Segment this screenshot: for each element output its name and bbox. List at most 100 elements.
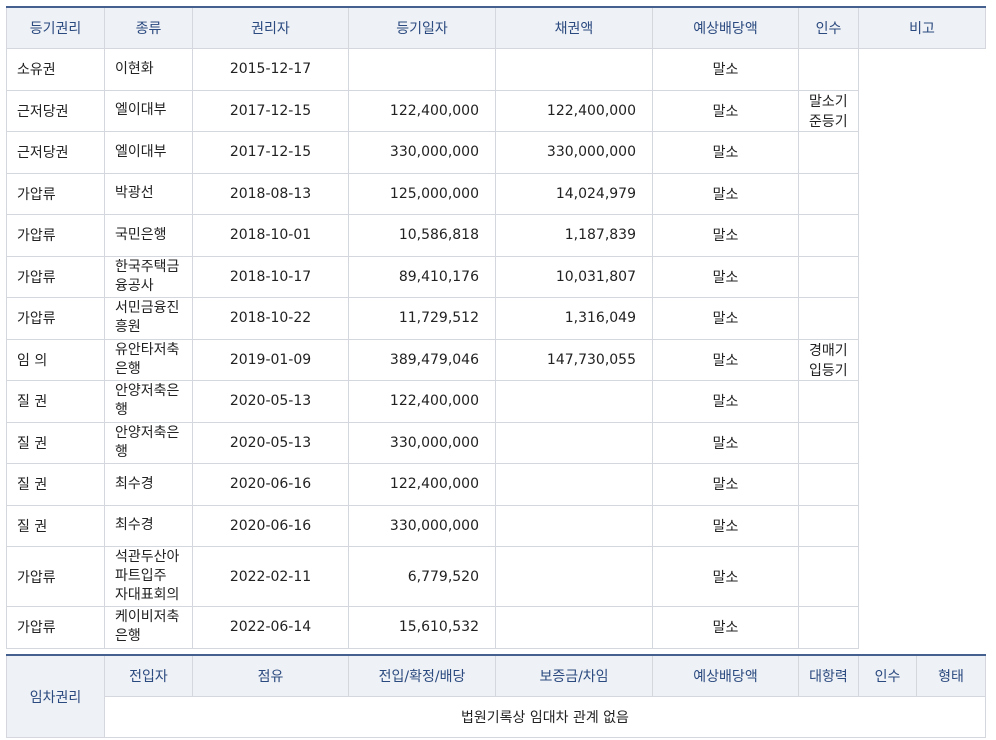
takeover-status: 말소 xyxy=(652,504,799,547)
takeover-status: 말소 xyxy=(652,214,799,257)
registration-date: 2018-10-17 xyxy=(192,255,349,298)
registration-date: 2018-10-22 xyxy=(192,297,349,340)
rights-type: 소유권 xyxy=(6,48,105,91)
takeover-status: 말소 xyxy=(652,255,799,298)
note xyxy=(798,504,859,547)
registration-date: 2017-12-15 xyxy=(192,131,349,174)
takeover-status: 말소 xyxy=(652,380,799,423)
rights-type: 가압류 xyxy=(6,214,105,257)
rights-type: 가압류 xyxy=(6,172,105,215)
registration-date: 2018-08-13 xyxy=(192,172,349,215)
expected-dividend: 1,187,839 xyxy=(495,214,653,257)
expected-dividend: 147,730,055 xyxy=(495,338,653,381)
takeover-status: 말소 xyxy=(652,546,799,607)
claim-amount: 89,410,176 xyxy=(348,255,496,298)
col-header-type: 종류 xyxy=(104,6,193,49)
col-header-holder: 권리자 xyxy=(192,6,349,49)
note xyxy=(798,421,859,464)
expected-dividend xyxy=(495,48,653,91)
expected-dividend: 122,400,000 xyxy=(495,89,653,132)
table-row: 가압류 박광선 2018-08-13 125,000,000 14,024,979 말소 xyxy=(6,172,986,215)
registration-date: 2020-05-13 xyxy=(192,380,349,423)
section-label-tenancy: 임차권리 xyxy=(6,654,105,738)
note: 말소기준등기 xyxy=(798,89,859,132)
rights-holder: 석관두산아파트입주 자대표회의 xyxy=(104,546,193,607)
rights-holder: 엘이대부 xyxy=(104,89,193,132)
claim-amount: 15,610,532 xyxy=(348,606,496,649)
registration-date: 2022-02-11 xyxy=(192,546,349,607)
takeover-status: 말소 xyxy=(652,606,799,649)
table-row: 가압류 국민은행 2018-10-01 10,586,818 1,187,839 말소 xyxy=(6,214,986,257)
note xyxy=(798,606,859,649)
registration-date: 2020-06-16 xyxy=(192,504,349,547)
note xyxy=(798,297,859,340)
note: 경매기입등기 xyxy=(798,338,859,381)
rights-type: 가압류 xyxy=(6,255,105,298)
col-header-date: 등기일자 xyxy=(348,6,496,49)
takeover-status: 말소 xyxy=(652,421,799,464)
rights-holder: 안양저축은행 xyxy=(104,380,193,423)
rights-type: 질 권 xyxy=(6,380,105,423)
claim-amount: 122,400,000 xyxy=(348,380,496,423)
rights-holder: 케이비저축은행 xyxy=(104,606,193,649)
col-header-note: 비고 xyxy=(858,6,986,49)
col-header-tenancy-takeover: 인수 xyxy=(858,654,917,697)
col-header-possession: 점유 xyxy=(192,654,349,697)
expected-dividend: 10,031,807 xyxy=(495,255,653,298)
rights-type: 근저당권 xyxy=(6,131,105,174)
table-row: 가압류 서민금융진흥원 2018-10-22 11,729,512 1,316,049 말… xyxy=(6,297,986,340)
rights-holder: 안양저축은행 xyxy=(104,421,193,464)
rights-holder: 최수경 xyxy=(104,504,193,547)
rights-type: 질 권 xyxy=(6,421,105,464)
table-row: 근저당권 엘이대부 2017-12-15 122,400,000 122,400,000… xyxy=(6,89,986,132)
note xyxy=(798,48,859,91)
expected-dividend: 330,000,000 xyxy=(495,131,653,174)
rights-holder: 이현화 xyxy=(104,48,193,91)
expected-dividend xyxy=(495,546,653,607)
note xyxy=(798,546,859,607)
rights-holder: 서민금융진흥원 xyxy=(104,297,193,340)
claim-amount: 125,000,000 xyxy=(348,172,496,215)
expected-dividend xyxy=(495,421,653,464)
registration-date: 2018-10-01 xyxy=(192,214,349,257)
table-row: 질 권 안양저축은행 2020-05-13 330,000,000 말소 xyxy=(6,421,986,464)
expected-dividend: 14,024,979 xyxy=(495,172,653,215)
rights-type: 가압류 xyxy=(6,546,105,607)
registration-date: 2019-01-09 xyxy=(192,338,349,381)
rights-holder: 유안타저축은행 xyxy=(104,338,193,381)
registered-rights-table: 등기권리 종류 권리자 등기일자 채권액 예상배당액 인수 비고 소유권 이현화 2… xyxy=(6,6,986,649)
takeover-status: 말소 xyxy=(652,463,799,506)
rights-type: 질 권 xyxy=(6,463,105,506)
rights-type: 근저당권 xyxy=(6,89,105,132)
col-header-form: 형태 xyxy=(916,654,986,697)
note xyxy=(798,380,859,423)
note xyxy=(798,131,859,174)
rights-type: 가압류 xyxy=(6,606,105,649)
expected-dividend xyxy=(495,380,653,423)
expected-dividend xyxy=(495,606,653,649)
tenancy-empty-message: 법원기록상 임대차 관계 없음 xyxy=(104,696,986,738)
rights-type: 질 권 xyxy=(6,504,105,547)
claim-amount: 10,586,818 xyxy=(348,214,496,257)
col-header-deposit-rent: 보증금/차임 xyxy=(495,654,653,697)
takeover-status: 말소 xyxy=(652,89,799,132)
table-row: 가압류 석관두산아파트입주 자대표회의 2022-02-11 6,779,520 말소 xyxy=(6,546,986,607)
registration-date: 2020-06-16 xyxy=(192,463,349,506)
col-header-takeover: 인수 xyxy=(798,6,859,49)
rights-type: 임 의 xyxy=(6,338,105,381)
rights-holder: 엘이대부 xyxy=(104,131,193,174)
registration-date: 2017-12-15 xyxy=(192,89,349,132)
col-header-move-in-dates: 전입/확정/배당 xyxy=(348,654,496,697)
note xyxy=(798,255,859,298)
col-header-dividend: 예상배당액 xyxy=(652,6,799,49)
registration-date: 2020-05-13 xyxy=(192,421,349,464)
section-label-registered: 등기권리 xyxy=(6,6,105,49)
rights-holder: 한국주택금융공사 xyxy=(104,255,193,298)
note xyxy=(798,214,859,257)
table-row: 가압류 케이비저축은행 2022-06-14 15,610,532 말소 xyxy=(6,606,986,649)
claim-amount: 330,000,000 xyxy=(348,421,496,464)
note xyxy=(798,172,859,215)
claim-amount: 122,400,000 xyxy=(348,89,496,132)
table-row: 질 권 최수경 2020-06-16 330,000,000 말소 xyxy=(6,504,986,547)
col-header-expected-dividend: 예상배당액 xyxy=(652,654,799,697)
